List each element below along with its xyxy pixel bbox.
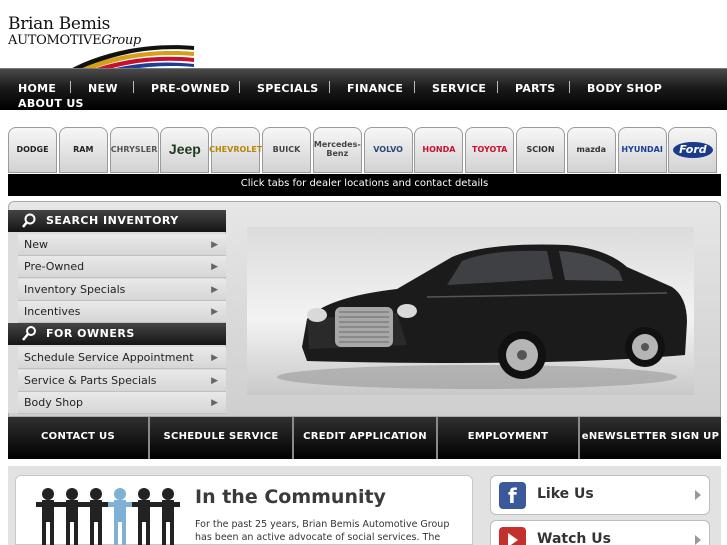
- chevron-right-icon: ▶: [211, 353, 218, 363]
- brand-tab-buick[interactable]: BUICK: [262, 127, 311, 173]
- brand-tab-ford[interactable]: Ford: [668, 127, 718, 173]
- youtube-icon: [499, 527, 526, 545]
- brand-logo-dodge: DODGE: [16, 144, 49, 154]
- chevron-right-icon: ▶: [211, 285, 218, 295]
- brand-tab-chrysler[interactable]: CHRYSLER: [109, 127, 159, 173]
- chevron-right-icon: ▶: [211, 240, 218, 250]
- brand-logo-jeep: Jeep: [168, 141, 201, 158]
- brand-logo-volvo: VOLVO: [373, 144, 403, 154]
- brand-tab-hyundai[interactable]: HYUNDAI: [617, 127, 667, 173]
- brand-logo-toyota: TOYOTA: [472, 144, 508, 154]
- brand-logo-ram: RAM: [73, 144, 94, 154]
- nav-new[interactable]: NEW: [88, 82, 118, 95]
- nav-about-us[interactable]: ABOUT US: [18, 97, 84, 110]
- brand-logo-mazda: mazda: [576, 144, 607, 154]
- nav-parts[interactable]: PARTS: [515, 82, 555, 95]
- nav-separator: [70, 81, 71, 93]
- chevron-right-icon: ▶: [211, 376, 218, 386]
- header: Brian Bemis AUTOMOTIVEGroup: [0, 0, 727, 79]
- nav-home[interactable]: HOME: [18, 82, 56, 95]
- like-us-button[interactable]: f Like Us: [490, 475, 710, 515]
- brand-logo-chrysler: CHRYSLER: [110, 144, 158, 154]
- brand-tab-toyota[interactable]: TOYOTA: [465, 127, 515, 173]
- brand-tab-honda[interactable]: HONDA: [414, 127, 464, 173]
- nav-separator: [239, 81, 240, 93]
- nav-separator: [414, 81, 415, 93]
- brand-logo-hyundai: HYUNDAI: [621, 144, 663, 154]
- nav-finance[interactable]: FINANCE: [347, 82, 403, 95]
- brand-tab-volvo[interactable]: VOLVO: [363, 127, 413, 173]
- chevron-right-icon: ▶: [211, 307, 218, 317]
- brand-logo-buick: BUICK: [272, 144, 301, 154]
- chevron-right-icon: ▶: [211, 398, 218, 408]
- watch-us-button[interactable]: Watch Us: [490, 520, 710, 545]
- nav-separator: [497, 81, 498, 93]
- brand-tab-mazda[interactable]: mazda: [566, 127, 616, 173]
- main-nav: HOME NEW PRE-OWNED SPECIALS FINANCE SERV…: [0, 68, 727, 110]
- community-people-icon: [36, 488, 180, 545]
- brand-logo-chevrolet: CHEVROLET: [209, 144, 263, 154]
- nav-specials[interactable]: SPECIALS: [257, 82, 319, 95]
- brand-tab-chevrolet[interactable]: CHEVROLET: [209, 127, 263, 173]
- brand-tab-dodge[interactable]: DODGE: [8, 127, 57, 173]
- search-icon: [22, 213, 36, 228]
- sedan-image-icon: [277, 244, 687, 389]
- quick-links-bar: CONTACT US SCHEDULE SERVICE CREDIT APPLI…: [8, 417, 721, 459]
- sidebar-item-service-parts-specials[interactable]: Service & Parts Specials ▶: [18, 370, 226, 392]
- brand-logo-honda: HONDA: [422, 144, 456, 154]
- sidebar-item-inventory-specials[interactable]: Inventory Specials ▶: [18, 279, 226, 301]
- search-inventory-header: SEARCH INVENTORY: [8, 210, 226, 232]
- sidebar-item-new[interactable]: New ▶: [18, 234, 226, 256]
- credit-application-button[interactable]: CREDIT APPLICATION: [294, 417, 436, 459]
- brand-tab-mercedes-benz[interactable]: Mercedes-Benz: [312, 127, 362, 173]
- nav-service[interactable]: SERVICE: [432, 82, 486, 95]
- brand-tab-scion[interactable]: SCION: [516, 127, 565, 173]
- community-text: For the past 25 years, Brian Bemis Autom…: [195, 519, 450, 543]
- facebook-icon: f: [499, 482, 526, 509]
- employment-button[interactable]: EMPLOYMENT: [438, 417, 578, 459]
- community-title: In the Community: [195, 486, 386, 508]
- brand-logo-mercedes-benz: Mercedes-Benz: [313, 140, 361, 158]
- for-owners-header: FOR OWNERS: [8, 323, 226, 345]
- nav-separator: [133, 81, 134, 93]
- sidebar-item-pre-owned[interactable]: Pre-Owned ▶: [18, 256, 226, 278]
- brand-logo-ford: Ford: [673, 141, 713, 159]
- sidebar-item-schedule-service[interactable]: Schedule Service Appointment ▶: [18, 347, 226, 369]
- brand-tab-ram[interactable]: RAM: [58, 127, 108, 173]
- enewsletter-signup-button[interactable]: eNEWSLETTER SIGN UP: [580, 417, 721, 459]
- wrench-icon: [22, 326, 36, 341]
- hero-car-image[interactable]: [247, 227, 694, 395]
- chevron-right-icon: ▶: [211, 262, 218, 272]
- chevron-right-icon: [695, 490, 701, 500]
- nav-body-shop[interactable]: BODY SHOP: [587, 82, 662, 95]
- nav-separator: [569, 81, 570, 93]
- sidebar-item-incentives[interactable]: Incentives ▶: [18, 301, 226, 323]
- brand-tabs-hint: Click tabs for dealer locations and cont…: [8, 174, 721, 196]
- nav-pre-owned[interactable]: PRE-OWNED: [151, 82, 230, 95]
- contact-us-button[interactable]: CONTACT US: [8, 417, 148, 459]
- logo-name: Brian Bemis: [8, 14, 111, 34]
- schedule-service-button[interactable]: SCHEDULE SERVICE: [150, 417, 292, 459]
- chevron-right-icon: [695, 535, 701, 545]
- nav-separator: [329, 81, 330, 93]
- brand-logo-scion: SCION: [526, 144, 555, 154]
- brand-tab-jeep[interactable]: Jeep: [160, 127, 210, 173]
- sidebar-item-body-shop[interactable]: Body Shop ▶: [18, 392, 226, 414]
- brand-tabs: DODGE RAM CHRYSLER Jeep CHEVROLET BUICK Merced…: [8, 127, 720, 174]
